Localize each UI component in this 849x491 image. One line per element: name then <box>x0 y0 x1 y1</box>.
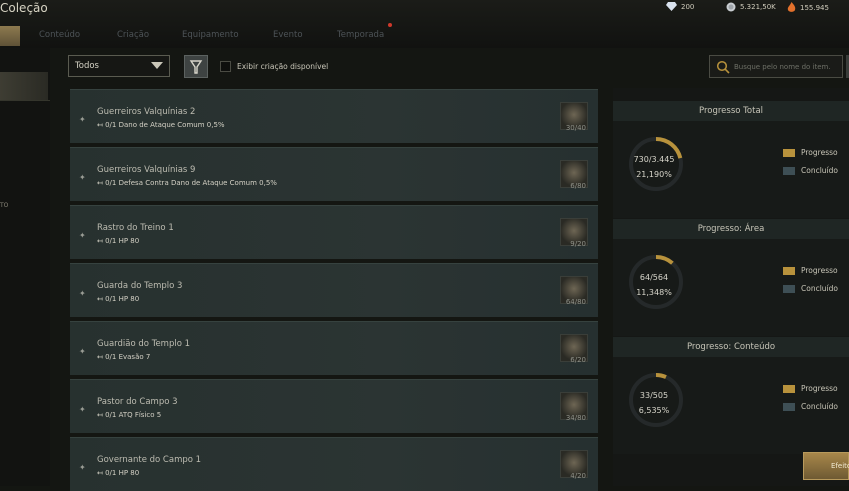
collection-item[interactable]: ✦ Guarda do Templo 3 ↤ 0/1 HP 80 64/80 <box>70 263 598 317</box>
diamond-value: 200 <box>681 2 695 11</box>
tab-crafting[interactable]: Criação <box>117 30 149 40</box>
star-icon: ✦ <box>79 231 86 240</box>
star-icon: ✦ <box>79 347 86 356</box>
window-title: Coleção <box>0 1 48 15</box>
tab-content[interactable]: Conteúdo <box>39 30 80 40</box>
legend-progress-label: Progresso <box>801 148 838 157</box>
show-available-crafting-label: Exibir criação disponível <box>237 62 329 71</box>
currency-silver: 5.321,50K <box>726 2 776 12</box>
collection-item[interactable]: ✦ Governante do Campo 1 ↤ 0/1 HP 80 4/20 <box>70 437 598 491</box>
progress-content-value: 33/505 <box>639 391 669 400</box>
progress-total-value: 730/3.445 <box>633 155 675 164</box>
flame-icon <box>787 2 796 12</box>
left-panel-divider <box>0 100 50 101</box>
item-count: 34/80 <box>565 414 586 422</box>
tab-event[interactable]: Evento <box>273 30 303 40</box>
item-stat: ↤ 0/1 Dano de Ataque Comum 0,5% <box>97 121 225 129</box>
done-swatch <box>783 402 795 411</box>
legend-done-label: Concluído <box>801 402 838 411</box>
search-placeholder: Busque pelo nome do item. <box>734 63 831 71</box>
legend-done-label: Concluído <box>801 166 838 175</box>
tab-active-indicator[interactable] <box>0 26 20 46</box>
star-icon: ✦ <box>79 405 86 414</box>
star-icon: ✦ <box>79 463 86 472</box>
progress-area-ring <box>629 255 683 309</box>
left-panel-selected-item[interactable] <box>0 72 48 100</box>
progress-swatch <box>783 266 795 275</box>
star-icon: ✦ <box>79 173 86 182</box>
progress-area-title: Progresso: Área <box>613 219 849 239</box>
search-input[interactable]: Busque pelo nome do item. <box>709 55 843 78</box>
dropdown-value: Todos <box>75 61 99 71</box>
item-name: Guerreiros Valquínias 2 <box>97 107 196 117</box>
legend-done: Concluído <box>783 166 838 175</box>
filter-button[interactable] <box>184 55 208 78</box>
done-swatch <box>783 284 795 293</box>
left-panel <box>0 48 50 486</box>
star-icon: ✦ <box>79 115 86 124</box>
legend-done-label: Concluído <box>801 284 838 293</box>
progress-swatch <box>783 148 795 157</box>
silver-value: 5.321,50K <box>740 3 776 11</box>
flame-value: 155.945 <box>800 3 829 12</box>
tab-equipment[interactable]: Equipamento <box>182 30 239 40</box>
item-name: Guerreiros Valquínias 9 <box>97 165 196 175</box>
progress-swatch <box>783 384 795 393</box>
chevron-down-icon <box>151 62 163 69</box>
progress-content-percent: 6,535% <box>638 406 670 415</box>
progress-area-percent: 11,348% <box>636 288 672 297</box>
collection-item[interactable]: ✦ Guardião do Templo 1 ↤ 0/1 Evasão 7 6/… <box>70 321 598 375</box>
progress-content-ring <box>629 373 683 427</box>
item-count: 9/20 <box>570 240 586 248</box>
star-icon: ✦ <box>79 289 86 298</box>
item-name: Rastro do Treino 1 <box>97 223 174 233</box>
item-count: 30/40 <box>565 124 586 132</box>
effect-button[interactable]: Efeito <box>803 452 849 480</box>
legend-done: Concluído <box>783 284 838 293</box>
collection-item[interactable]: ✦ Guerreiros Valquínias 9 ↤ 0/1 Defesa C… <box>70 147 598 201</box>
item-stat: ↤ 0/1 HP 80 <box>97 237 140 245</box>
collection-item[interactable]: ✦ Guerreiros Valquínias 2 ↤ 0/1 Dano de … <box>70 89 598 143</box>
item-name: Guardião do Templo 1 <box>97 339 191 349</box>
item-stat: ↤ 0/1 HP 80 <box>97 295 140 303</box>
funnel-icon <box>189 60 203 74</box>
progress-total-ring <box>629 137 683 191</box>
left-panel-label: TO <box>0 202 9 209</box>
item-name: Pastor do Campo 3 <box>97 397 178 407</box>
collection-item[interactable]: ✦ Rastro do Treino 1 ↤ 0/1 HP 80 9/20 <box>70 205 598 259</box>
progress-area-value: 64/564 <box>639 273 669 282</box>
legend-progress: Progresso <box>783 148 838 157</box>
show-available-crafting-checkbox[interactable] <box>220 61 231 72</box>
progress-content-title: Progresso: Conteúdo <box>613 337 849 357</box>
currency-flame: 155.945 <box>787 2 829 13</box>
legend-progress: Progresso <box>783 266 838 275</box>
item-count: 64/80 <box>565 298 586 306</box>
item-count: 4/20 <box>570 472 586 480</box>
item-name: Governante do Campo 1 <box>97 455 202 465</box>
top-bar <box>0 0 849 48</box>
progress-total-percent: 21,190% <box>636 170 672 179</box>
item-stat: ↤ 0/1 Evasão 7 <box>97 353 151 361</box>
item-count: 6/20 <box>570 356 586 364</box>
item-stat: ↤ 0/1 HP 80 <box>97 469 140 477</box>
collection-item[interactable]: ✦ Pastor do Campo 3 ↤ 0/1 ATQ Físico 5 3… <box>70 379 598 433</box>
legend-done: Concluído <box>783 402 838 411</box>
item-stat: ↤ 0/1 ATQ Físico 5 <box>97 411 162 419</box>
silver-coin-icon <box>726 2 736 12</box>
currency-diamond: 200 <box>666 2 694 11</box>
legend-progress: Progresso <box>783 384 838 393</box>
category-dropdown[interactable]: Todos <box>68 55 170 77</box>
done-swatch <box>783 166 795 175</box>
diamond-icon <box>666 2 677 11</box>
item-count: 6/80 <box>570 182 586 190</box>
legend-progress-label: Progresso <box>801 266 838 275</box>
legend-progress-label: Progresso <box>801 384 838 393</box>
item-stat: ↤ 0/1 Defesa Contra Dano de Ataque Comum… <box>97 179 277 187</box>
item-name: Guarda do Templo 3 <box>97 281 183 291</box>
effect-button-label: Efeito <box>831 462 849 470</box>
search-icon <box>716 60 730 74</box>
progress-total-title: Progresso Total <box>613 101 849 121</box>
new-notification-dot <box>388 23 392 27</box>
tab-season[interactable]: Temporada <box>337 30 384 40</box>
